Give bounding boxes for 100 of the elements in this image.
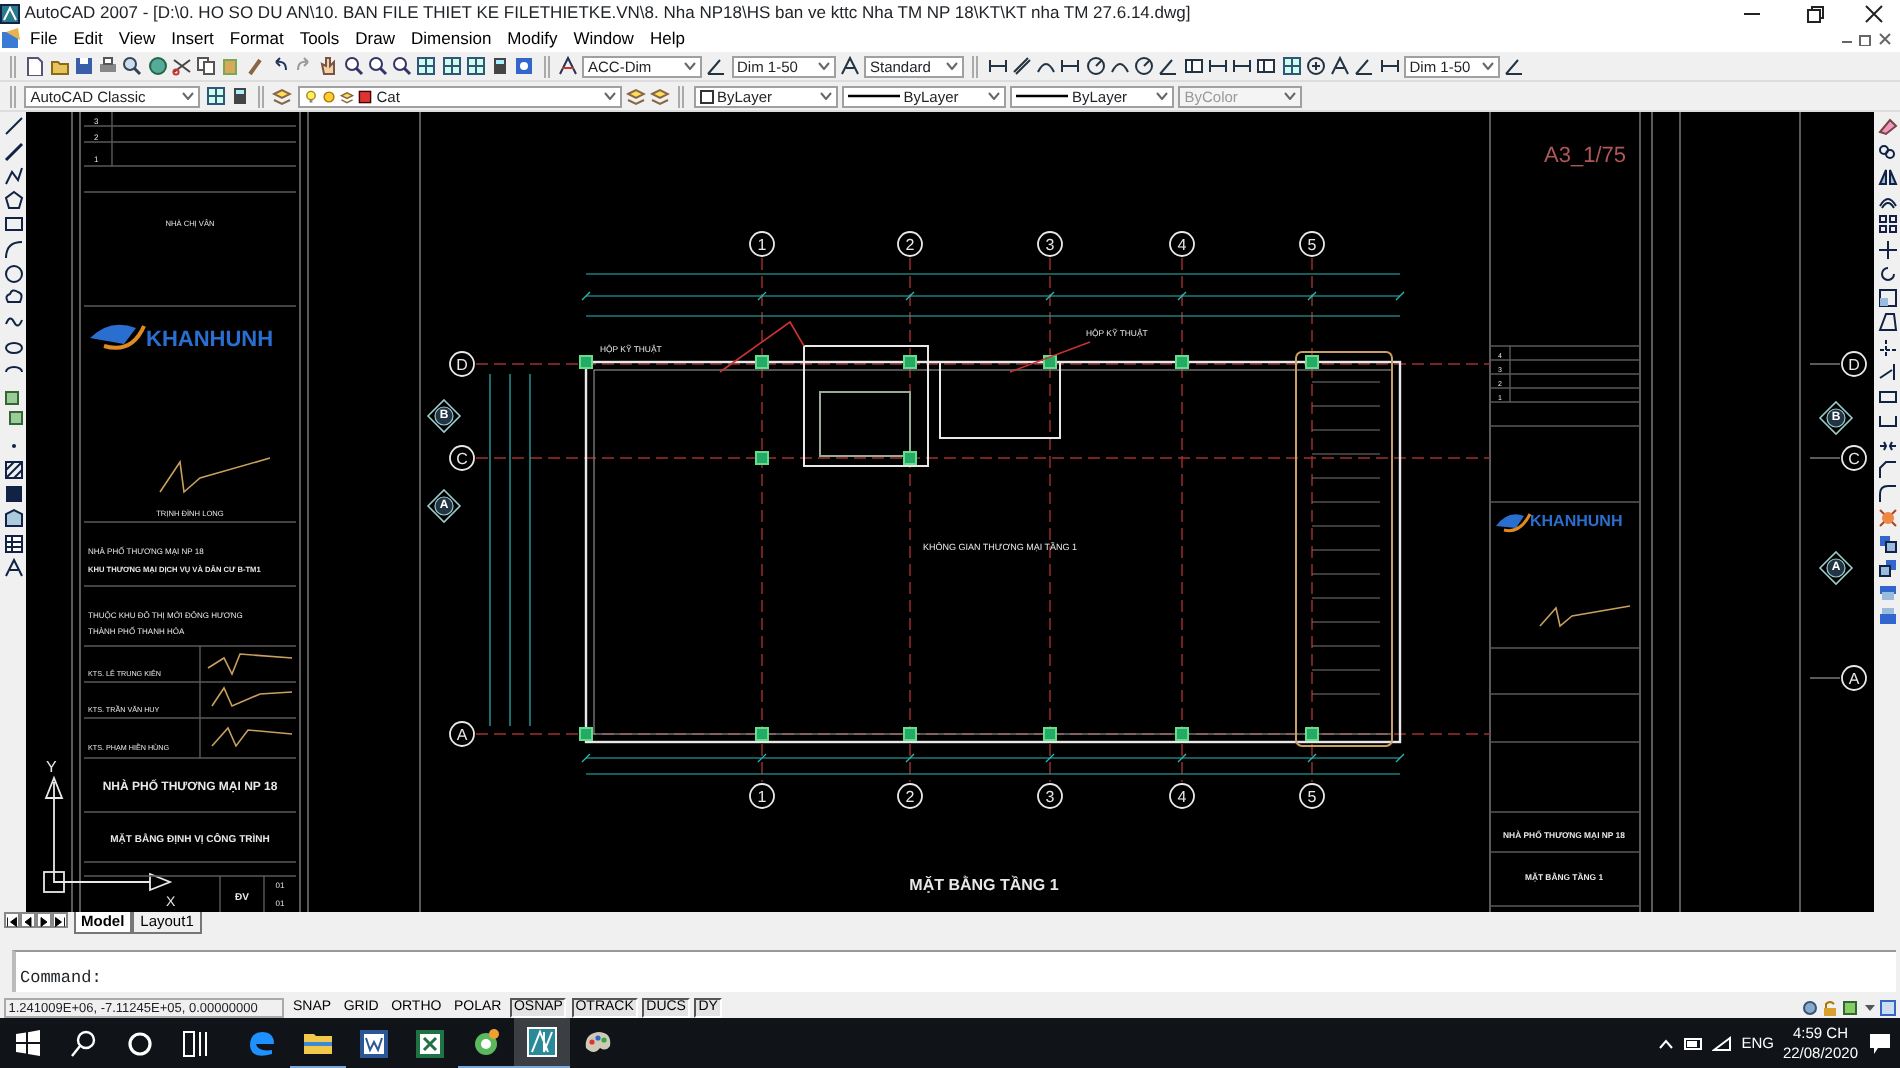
menu-item[interactable]: View (110, 26, 164, 52)
break-icon[interactable] (1877, 386, 1897, 406)
copy-icon[interactable] (196, 56, 216, 76)
tolerance-icon[interactable] (1256, 56, 1277, 76)
radius-icon[interactable] (1085, 56, 1105, 76)
grid-panel-icon[interactable] (465, 56, 486, 76)
caret-icon[interactable] (1481, 62, 1494, 70)
text-icon[interactable] (3, 557, 23, 578)
ellipse-icon[interactable] (3, 337, 23, 357)
tab-scroll-button[interactable] (4, 912, 21, 928)
text-edit-icon[interactable] (1330, 56, 1350, 76)
caret-icon[interactable] (182, 92, 195, 100)
menu-item[interactable]: Window (565, 26, 642, 52)
restore-icon[interactable] (1858, 32, 1873, 46)
trim-icon[interactable] (1877, 337, 1897, 357)
drawing-file-icon[interactable] (0, 28, 22, 50)
radius-icon[interactable] (1134, 56, 1154, 76)
calculator-icon[interactable] (490, 56, 510, 76)
menu-item[interactable]: Dimension (403, 26, 500, 52)
text-edit-icon[interactable] (839, 56, 860, 76)
menu-item[interactable]: Draw (347, 26, 404, 52)
angle-icon[interactable] (1158, 56, 1179, 76)
rotate-icon[interactable] (1877, 263, 1897, 284)
caret-icon[interactable] (946, 62, 958, 70)
open-folder-icon[interactable] (49, 56, 69, 76)
circle-icon[interactable] (3, 263, 23, 284)
block-icon[interactable] (3, 410, 23, 431)
break-icon[interactable] (1877, 410, 1897, 431)
extend-icon[interactable] (1877, 361, 1897, 382)
move-icon[interactable] (1877, 239, 1897, 259)
copy-object-icon[interactable] (1877, 141, 1897, 161)
menu-item[interactable]: Tools (291, 26, 348, 52)
array-icon[interactable] (1877, 214, 1897, 235)
close-icon[interactable] (1877, 32, 1891, 46)
save-icon[interactable] (73, 56, 94, 76)
center-mark-icon[interactable] (1305, 56, 1326, 76)
zoom-icon[interactable] (343, 56, 363, 76)
stretch-icon[interactable] (1877, 312, 1897, 333)
line-icon[interactable] (3, 141, 23, 161)
spline-icon[interactable] (3, 312, 23, 333)
table-icon[interactable] (3, 533, 23, 553)
taskbar-app-button[interactable] (513, 1018, 569, 1068)
caret-icon[interactable] (819, 92, 831, 100)
angle-icon[interactable] (1504, 56, 1524, 76)
tolerance-icon[interactable] (1183, 56, 1203, 76)
zoom-icon[interactable] (367, 56, 388, 76)
scissors-icon[interactable] (171, 56, 192, 76)
notification-icon[interactable] (1867, 1032, 1891, 1056)
chamfer-icon[interactable] (1877, 459, 1897, 480)
magnifier-icon[interactable] (122, 56, 143, 76)
hatch-icon[interactable] (3, 459, 23, 480)
block-icon[interactable] (3, 386, 23, 406)
dimension-style-icon[interactable] (557, 56, 578, 76)
scale-icon[interactable] (1877, 288, 1897, 308)
pentagon-icon[interactable] (3, 190, 23, 210)
tab-scroll-button[interactable] (52, 912, 69, 928)
undo-arrow-icon[interactable] (269, 56, 290, 76)
draw-order-icon[interactable] (1877, 533, 1897, 553)
caret-icon[interactable] (817, 62, 829, 70)
menu-item[interactable]: File (22, 26, 66, 52)
calculator-icon[interactable] (229, 86, 250, 106)
linear-dimension-icon[interactable] (1207, 56, 1228, 76)
fillet-icon[interactable] (1877, 484, 1897, 504)
lock-icon[interactable] (1822, 999, 1838, 1015)
caret-icon[interactable] (1156, 92, 1168, 100)
menu-item[interactable]: Help (641, 26, 693, 52)
line-icon[interactable] (3, 116, 23, 137)
polyline-icon[interactable] (3, 165, 23, 186)
chevron-up-icon[interactable] (1658, 1038, 1675, 1050)
caret-icon[interactable] (1863, 1003, 1875, 1011)
caret-icon[interactable] (684, 62, 696, 70)
aligned-dimension-icon[interactable] (1011, 56, 1032, 76)
grid-panel-icon[interactable] (441, 56, 461, 76)
angle-icon[interactable] (1354, 56, 1375, 76)
draw-order-icon[interactable] (1877, 557, 1897, 578)
menu-item[interactable]: Edit (65, 26, 111, 52)
battery-icon[interactable] (1683, 1038, 1704, 1050)
hatch-icon[interactable] (3, 484, 23, 504)
menu-item[interactable]: Insert (163, 26, 222, 52)
linear-dimension-icon[interactable] (1232, 56, 1252, 76)
arc-icon[interactable] (3, 239, 23, 259)
cloud-icon[interactable] (3, 288, 23, 308)
grid-panel-icon[interactable] (205, 86, 225, 106)
zoom-icon[interactable] (392, 56, 412, 76)
clean-screen-icon[interactable] (1879, 999, 1896, 1015)
linear-dimension-icon[interactable] (1379, 56, 1399, 76)
explode-icon[interactable] (1877, 508, 1897, 529)
rectangle-icon[interactable] (3, 214, 23, 235)
menu-item[interactable]: Format (221, 26, 292, 52)
app-icon[interactable] (0, 3, 20, 23)
printer-icon[interactable] (98, 56, 118, 76)
new-file-icon[interactable] (24, 56, 45, 76)
linear-dimension-icon[interactable] (987, 56, 1007, 76)
caret-icon[interactable] (987, 92, 1000, 100)
grid-panel-icon[interactable] (1281, 56, 1301, 76)
caret-icon[interactable] (603, 92, 615, 100)
pan-hand-icon[interactable] (318, 56, 339, 76)
menu-item[interactable]: Modify (499, 26, 566, 52)
grid-panel-icon[interactable] (416, 56, 437, 76)
angle-icon[interactable] (706, 56, 727, 76)
